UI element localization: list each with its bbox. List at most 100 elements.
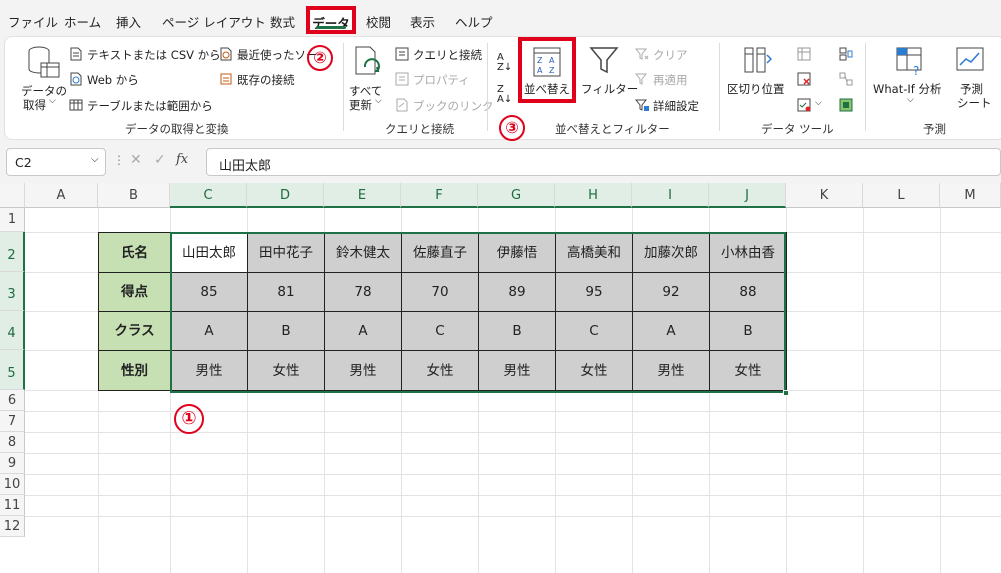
data-cell[interactable]: 加藤次郎 [632,232,710,273]
worksheet-grid[interactable]: ABCDEFGHIJKLM 1 2 3 4 5 6 7 8 9 10 11 12 氏名 山田太郎 田中花子… [0,183,1001,573]
data-cell[interactable]: 85 [170,272,248,312]
data-cell[interactable]: B [247,311,325,351]
column-header-c[interactable]: C [170,183,247,208]
data-cell[interactable]: 女性 [247,350,325,391]
row-label-cell[interactable]: 得点 [98,272,171,312]
row-label-cell[interactable]: 性別 [98,350,171,391]
row-header-3[interactable]: 3 [0,272,25,311]
more-options-icon[interactable]: ⋮ [113,153,125,167]
data-cell[interactable]: 92 [632,272,710,312]
row-header-6[interactable]: 6 [0,390,25,411]
data-cell[interactable]: 佐藤直子 [401,232,479,273]
column-header-a[interactable]: A [25,183,98,208]
row-header-9[interactable]: 9 [0,453,25,474]
text-to-columns-icon [744,47,773,73]
row-header-2[interactable]: 2 [0,232,25,272]
data-model-icon[interactable] [839,98,853,112]
row-header-1[interactable]: 1 [0,208,25,232]
row-header-5[interactable]: 5 [0,350,25,390]
forecast-sheet-label-2: シート [957,96,992,110]
menu-help[interactable]: ヘルプ [455,12,493,31]
row-header-4[interactable]: 4 [0,311,25,350]
menu-insert[interactable]: 挿入 [116,12,141,31]
data-cell[interactable]: 男性 [324,350,402,391]
data-cell[interactable]: C [401,311,479,351]
svg-text:A: A [549,56,555,65]
grid-line [25,516,1001,517]
fill-handle[interactable] [783,390,789,396]
row-label-cell[interactable]: クラス [98,311,171,351]
consolidate-icon[interactable] [839,47,853,61]
flash-fill-icon[interactable] [797,47,811,61]
row-header-12[interactable]: 12 [0,516,25,537]
existing-connections-label: 既存の接続 [237,73,295,87]
data-cell[interactable]: B [478,311,556,351]
data-cell[interactable]: 81 [247,272,325,312]
menu-formulas[interactable]: 数式 [270,12,295,31]
data-cell[interactable]: 伊藤悟 [478,232,556,273]
data-cell[interactable]: 小林由香 [709,232,787,273]
data-cell[interactable]: 78 [324,272,402,312]
name-box-value: C2 [15,155,32,170]
row-label-cell[interactable]: 氏名 [98,232,171,273]
data-cell[interactable]: A [632,311,710,351]
data-cell[interactable]: C [555,311,633,351]
data-cell[interactable]: B [709,311,787,351]
name-box[interactable]: C2 ⌵ [6,148,106,176]
column-header-h[interactable]: H [555,183,632,208]
data-cell[interactable]: 山田太郎 [170,232,248,273]
data-cell[interactable]: 田中花子 [247,232,325,273]
remove-duplicates-icon[interactable] [797,72,811,86]
column-header-b[interactable]: B [98,183,170,208]
data-cell[interactable]: 高橋美和 [555,232,633,273]
data-cell[interactable]: 男性 [478,350,556,391]
data-cell[interactable]: 女性 [555,350,633,391]
enter-icon[interactable]: ✓ [154,152,166,168]
data-validation-icon[interactable] [797,98,811,112]
column-header-m[interactable]: M [940,183,1001,208]
menu-data[interactable]: データ [306,6,356,34]
formula-input[interactable]: 山田太郎 [206,148,1001,176]
text-to-columns-label: 区切り位置 [727,82,785,96]
select-all-corner[interactable] [0,183,25,208]
cancel-icon[interactable]: ✕ [130,152,142,168]
menu-page-layout[interactable]: ページ レイアウト [162,12,266,31]
dropdown-chevron-icon: ⌵ [907,95,914,105]
column-header-l[interactable]: L [863,183,940,208]
data-cell[interactable]: A [324,311,402,351]
row-header-8[interactable]: 8 [0,432,25,453]
data-cell[interactable]: 95 [555,272,633,312]
row-header-7[interactable]: 7 [0,411,25,432]
column-header-k[interactable]: K [786,183,863,208]
data-cell[interactable]: 女性 [401,350,479,391]
data-cell[interactable]: 男性 [632,350,710,391]
insert-function-icon[interactable]: fx [176,152,188,167]
data-cell[interactable]: A [170,311,248,351]
data-cell[interactable]: 女性 [709,350,787,391]
get-data-group-label: データの取得と変換 [125,122,229,136]
sort-button[interactable]: Z A A Z 並べ替え [518,37,576,103]
column-header-j[interactable]: J [709,183,786,208]
column-header-e[interactable]: E [324,183,401,208]
row-header-10[interactable]: 10 [0,474,25,495]
column-header-i[interactable]: I [632,183,709,208]
refresh-all-label-2: 更新 [349,98,372,112]
row-header-11[interactable]: 11 [0,495,25,516]
data-cell[interactable]: 70 [401,272,479,312]
column-header-g[interactable]: G [478,183,555,208]
menu-view[interactable]: 表示 [410,12,435,31]
column-header-f[interactable]: F [401,183,478,208]
column-header-d[interactable]: D [247,183,324,208]
reapply-icon [635,73,648,85]
data-cell[interactable]: 88 [709,272,787,312]
menu-home[interactable]: ホーム [64,12,101,31]
relationships-icon[interactable] [839,72,853,86]
svg-text:Z: Z [549,66,555,75]
menu-review[interactable]: 校閲 [366,12,391,31]
menu-file[interactable]: ファイル [8,12,58,31]
data-cell[interactable]: 89 [478,272,556,312]
data-cell[interactable]: 男性 [170,350,248,391]
data-cell[interactable]: 鈴木健太 [324,232,402,273]
filter-icon [589,47,619,74]
chevron-down-icon[interactable]: ⌵ [91,154,99,165]
